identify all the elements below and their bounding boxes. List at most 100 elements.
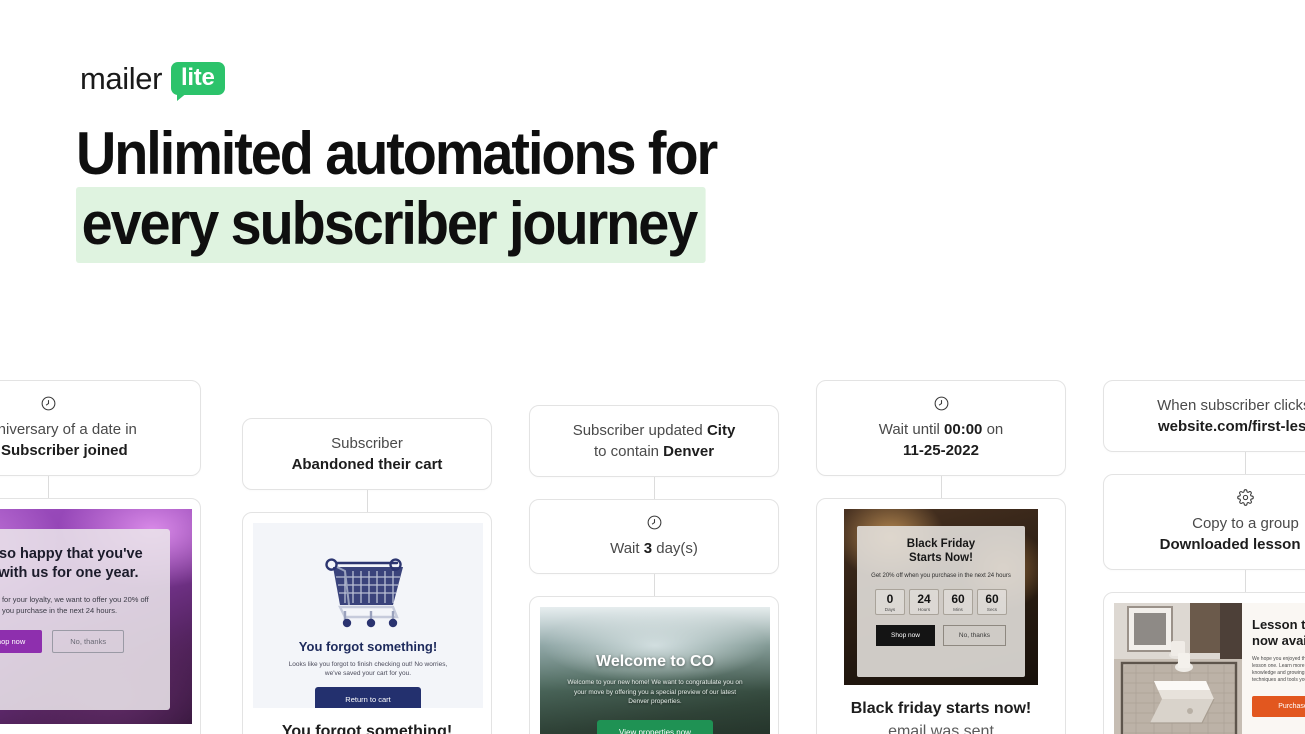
gear-icon: [1122, 489, 1305, 506]
wait-value: 3: [643, 540, 653, 557]
email-preview-image-welcome-co: Welcome to CO Welcome to your new home! …: [540, 607, 770, 734]
email-preview-image-cart: You forgot something! Looks like you for…: [253, 523, 483, 708]
email-heading: You forgot something!: [298, 639, 438, 654]
shopping-cart-icon: [293, 533, 443, 633]
email-body: Welcome to your new home! We want to con…: [567, 679, 743, 705]
countdown-label: Hours: [917, 606, 931, 612]
email-primary-button[interactable]: Shop now: [876, 624, 935, 646]
countdown-cell-days: 0 Days: [875, 588, 905, 615]
email-body: As a thank you for your loyalty, we want…: [0, 595, 149, 615]
trigger-card-city-updated[interactable]: Subscriber updated City to contain Denve…: [529, 405, 779, 477]
email-preview-card-welcome-co[interactable]: Welcome to CO Welcome to your new home! …: [529, 596, 779, 734]
email-primary-button[interactable]: Purchase lesson two: [1252, 696, 1305, 717]
wait-time-value: 00:00: [944, 421, 983, 438]
email-body: Get 20% off when you purchase in the nex…: [871, 573, 1011, 579]
logo-speech-bubble-icon: lite: [171, 62, 225, 101]
countdown-label: Secs: [986, 606, 998, 612]
email-caption-loyalty: One-year loyalty offer email was sent: [0, 724, 190, 734]
headline-highlight: every subscriber journey: [76, 187, 706, 263]
trigger-text-line-1: Subscriber: [331, 435, 403, 452]
email-preview-card-lesson-two[interactable]: Lesson two is now available We hope you …: [1103, 592, 1305, 734]
email-heading: Black Friday Starts Now!: [907, 537, 975, 565]
trigger-card-link-click[interactable]: When subscriber clicks a li website.com/…: [1103, 380, 1305, 452]
action-group-bold: Downloaded lesson one: [1159, 536, 1305, 553]
email-heading: Welcome to CO: [596, 653, 714, 670]
email-button-row: Shop now No, thanks: [0, 630, 125, 653]
email-preview-image-black-friday: Black Friday Starts Now! Get 20% off whe…: [844, 509, 1038, 685]
email-heading-line-1: Black Friday: [906, 538, 976, 550]
automation-flow-board: he anniversary of a date in field Subscr…: [0, 380, 1305, 734]
connector-line: [1245, 452, 1246, 474]
flow-column-loyalty: he anniversary of a date in field Subscr…: [0, 380, 201, 734]
action-card-copy-to-group[interactable]: Copy to a group Downloaded lesson one: [1103, 474, 1305, 570]
clock-icon: [835, 395, 1047, 412]
flow-column-abandoned-cart: Subscriber Abandoned their cart You forg…: [242, 418, 492, 734]
trigger-link-bold: website.com/first-lesson: [1157, 418, 1305, 435]
trigger-card-abandoned-cart[interactable]: Subscriber Abandoned their cart: [242, 418, 492, 490]
countdown-timer: 0 Days 24 Hours 60 Mins 60 Secs: [875, 588, 1007, 615]
email-content-sheet: We're so happy that you've been with us …: [0, 529, 170, 710]
clock-icon: [0, 395, 182, 412]
email-heading-line-1: Lesson two is: [1252, 617, 1305, 632]
mailerlite-logo[interactable]: mailer lite: [80, 62, 225, 101]
trigger-text-line-2: to contain: [593, 443, 664, 460]
trigger-text-line-1: Subscriber updated: [572, 422, 707, 439]
wait-prefix: Wait until: [878, 421, 945, 438]
email-text-panel: Lesson two is now available We hope you …: [1242, 603, 1305, 734]
wait-card-until-date[interactable]: Wait until 00:00 on 11-25-2022: [816, 380, 1066, 476]
action-text-line-1: Copy to a group: [1192, 515, 1299, 532]
email-preview-card-cart[interactable]: You forgot something! Looks like you for…: [242, 512, 492, 734]
email-preview-card-black-friday[interactable]: Black Friday Starts Now! Get 20% off whe…: [816, 498, 1066, 734]
headline-line-1: Unlimited automations for: [76, 120, 718, 187]
email-primary-button[interactable]: Return to cart: [315, 687, 421, 708]
connector-line: [653, 477, 655, 499]
flow-column-city-denver: Subscriber updated City to contain Denve…: [529, 405, 779, 734]
trigger-text-bold: Abandoned their cart: [291, 456, 443, 473]
email-heading: We're so happy that you've been with us …: [0, 546, 143, 581]
countdown-value: 24: [917, 591, 931, 606]
email-caption-subtitle: email was sent: [888, 723, 994, 734]
email-caption-title: Black friday starts now!: [850, 700, 1032, 717]
countdown-value: 60: [951, 591, 965, 606]
wait-date-value: 11-25-2022: [903, 442, 979, 459]
connector-line: [1245, 570, 1246, 592]
connector-line: [653, 574, 655, 596]
wait-suffix: day(s): [652, 540, 698, 557]
countdown-value: 0: [886, 591, 894, 606]
trigger-field-bold: City: [706, 422, 736, 439]
email-preview-card-loyalty[interactable]: We're so happy that you've been with us …: [0, 498, 201, 734]
email-primary-button[interactable]: View properties now: [597, 719, 713, 734]
clock-icon: [548, 514, 760, 531]
headline-line-2: every subscriber journey: [76, 187, 913, 263]
email-preview-image-loyalty: We're so happy that you've been with us …: [0, 509, 192, 724]
countdown-value: 60: [985, 591, 999, 606]
email-body: We hope you enjoyed the free sample of t…: [1252, 656, 1305, 683]
email-preview-image-lesson-two: Lesson two is now available We hope you …: [1114, 603, 1305, 734]
connector-line: [940, 476, 942, 498]
countdown-label: Days: [884, 606, 896, 612]
email-caption-cart: You forgot something! email was sent: [253, 708, 481, 734]
email-heading-line-2: Starts Now!: [909, 552, 973, 564]
trigger-text-line-1: he anniversary of a date in: [0, 421, 137, 438]
email-secondary-button[interactable]: No, thanks: [52, 630, 125, 653]
page-root: mailer lite Unlimited automations for ev…: [0, 0, 1305, 734]
email-secondary-button[interactable]: No, thanks: [942, 624, 1006, 646]
connector-line: [48, 476, 49, 498]
wait-card-3-days[interactable]: Wait 3 day(s): [529, 499, 779, 574]
wait-prefix: Wait: [610, 540, 644, 557]
flow-column-lesson-link: When subscriber clicks a li website.com/…: [1103, 380, 1305, 734]
trigger-card-anniversary[interactable]: he anniversary of a date in field Subscr…: [0, 380, 201, 476]
email-heading: Lesson two is now available: [1252, 617, 1305, 649]
countdown-cell-hours: 24 Hours: [909, 588, 939, 615]
email-body: Looks like you forgot to finish checking…: [288, 661, 448, 677]
flow-column-black-friday: Wait until 00:00 on 11-25-2022 Black Fri…: [816, 380, 1066, 734]
email-heading-line-2: now available: [1252, 633, 1305, 648]
email-primary-button[interactable]: Shop now: [0, 630, 43, 653]
countdown-cell-mins: 60 Mins: [943, 588, 973, 615]
email-button-row: Shop now No, thanks: [876, 624, 1006, 646]
trigger-text-bold: Subscriber joined: [0, 442, 128, 459]
page-title: Unlimited automations for every subscrib…: [76, 120, 976, 263]
trigger-text-line-1: When subscriber clicks a li: [1157, 397, 1305, 414]
email-content-sheet: Black Friday Starts Now! Get 20% off whe…: [857, 526, 1025, 677]
countdown-cell-secs: 60 Secs: [977, 588, 1007, 615]
